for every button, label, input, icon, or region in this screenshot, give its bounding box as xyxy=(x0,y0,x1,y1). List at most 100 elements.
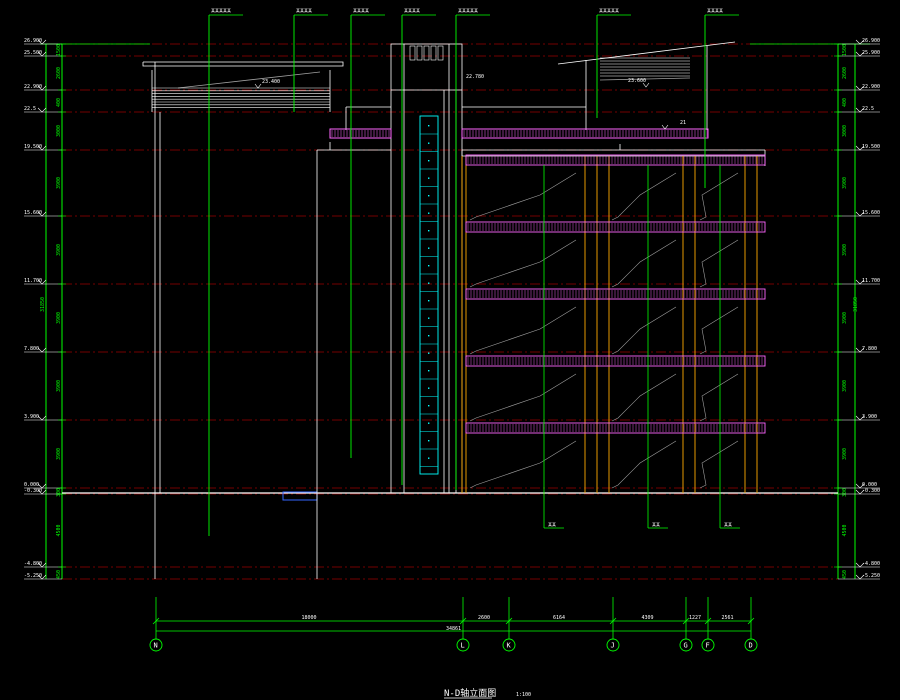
tower-top-panels xyxy=(409,45,444,61)
right-elevation-label: -0.300 xyxy=(862,488,880,494)
left-dimension-label: 1500 xyxy=(56,44,62,56)
elevation-marker xyxy=(37,347,47,353)
window-dot xyxy=(428,282,430,284)
window-dot xyxy=(428,300,430,302)
axis-bubble-label: L xyxy=(461,642,465,650)
right-dimension-label: 1500 xyxy=(842,44,848,56)
window-dot xyxy=(428,405,430,407)
right-dimension-label: 3900 xyxy=(842,448,848,460)
axis-bubble-label: K xyxy=(507,642,512,650)
window-dot xyxy=(428,195,430,197)
axis-dimension-labels: 18000 2600 6164 4309 1227 2561 xyxy=(302,615,734,621)
stair-slope xyxy=(469,306,577,355)
stair-slope xyxy=(611,373,677,422)
right-elevation-label: 7.800 xyxy=(862,346,877,352)
left-dimension-label: 3000 xyxy=(56,125,62,137)
window-dot xyxy=(428,230,430,232)
right-elevation-label: 22.5 xyxy=(862,106,874,112)
window-dot xyxy=(428,387,430,389)
roof-louvers xyxy=(152,87,330,108)
stair-slope xyxy=(699,440,739,489)
right-dimension-label: 400 xyxy=(842,98,848,107)
right-elevation-label: 11.700 xyxy=(862,278,880,284)
right-elevation-label: 26.900 xyxy=(862,38,880,44)
axis-dimension-label: 6164 xyxy=(553,615,565,621)
callout-label: 某某某某 xyxy=(707,7,723,13)
right-dimension-label: 3000 xyxy=(842,125,848,137)
left-total-dimension: 31850 xyxy=(40,297,46,312)
roof-band-hatch xyxy=(331,130,708,137)
floor-lines xyxy=(62,43,838,580)
window-dot xyxy=(428,160,430,162)
stair-slope xyxy=(469,440,577,489)
window-dot xyxy=(428,125,430,127)
drawing-scale: 1:100 xyxy=(516,692,531,698)
right-elevation-label: 25.900 xyxy=(862,50,880,56)
axis-total-dimension: 34861 xyxy=(446,626,461,632)
right-dimension-label: 3900 xyxy=(842,312,848,324)
left-dimension-label: 400 xyxy=(56,98,62,107)
window-dot xyxy=(428,335,430,337)
axis-dimension-label: 2600 xyxy=(478,615,490,621)
callout-label: 某某 xyxy=(652,521,660,527)
window-dot xyxy=(428,457,430,459)
left-elevation-label: 7.800 xyxy=(24,346,39,352)
upper-louvers xyxy=(600,57,690,77)
elevation-marker xyxy=(37,415,47,421)
right-dimension-label: 3900 xyxy=(842,244,848,256)
callout-label: 某某某某某 xyxy=(458,7,478,13)
axis-bubble-label: N xyxy=(154,642,158,650)
right-elevation-label: -5.250 xyxy=(862,573,880,579)
stair-slope xyxy=(699,373,739,422)
window-dot xyxy=(428,352,430,354)
stair-slope xyxy=(699,239,739,288)
left-elevation-label: 3.900 xyxy=(24,414,39,420)
axis-bubble-label: J xyxy=(611,642,615,650)
top-panel xyxy=(437,45,444,61)
stair-slope xyxy=(469,373,577,422)
top-panel xyxy=(423,45,430,61)
right-dimension-labels: 1500 2600 400 3000 3900 3900 3900 3900 3900 300 45… xyxy=(834,43,848,579)
elev-mark-1: 23.400 xyxy=(262,79,280,85)
stair-slope xyxy=(611,239,677,288)
window-dot xyxy=(428,265,430,267)
right-dimension-label: 4500 xyxy=(842,524,848,536)
bottom-callout-leaders: 某某 某某 某某 xyxy=(543,165,740,529)
window-dot xyxy=(428,212,430,214)
callout-label: 某某某某 xyxy=(296,7,312,13)
left-dimension-label: 3900 xyxy=(56,177,62,189)
stair-slope-lines xyxy=(469,172,739,489)
right-dimension-label: 300 xyxy=(842,488,848,497)
top-panel xyxy=(409,45,416,61)
window-dot xyxy=(428,317,430,319)
left-dimension-label: 3900 xyxy=(56,244,62,256)
callout-label: 某某某某某 xyxy=(211,7,231,13)
axis-bubbles: NLKJGFD xyxy=(149,638,758,652)
axis-dimension-label: 18000 xyxy=(302,615,317,621)
roof-band xyxy=(329,128,709,139)
left-dimension-label: 2600 xyxy=(56,67,62,79)
left-dimension-label: 300 xyxy=(56,488,62,497)
callout-label: 某某某某某 xyxy=(599,7,619,13)
axis-ticks xyxy=(152,597,755,639)
axis-dimension-label: 4309 xyxy=(642,615,654,621)
elev-mark-3: 22.780 xyxy=(466,74,484,80)
right-elevation-label: -4.800 xyxy=(862,561,880,567)
right-total-dimension: 31850 xyxy=(853,297,859,312)
stair-slope xyxy=(611,440,677,489)
left-ruler xyxy=(40,43,150,579)
left-elevation-label: 22.5 xyxy=(24,106,36,112)
right-dimension-label: 3900 xyxy=(842,380,848,392)
stair-slope xyxy=(611,172,677,221)
left-dimension-label: 450 xyxy=(56,570,62,579)
window-dot xyxy=(428,177,430,179)
elevation-drawing: 26.90025.50022.90022.519.50015.60011.700… xyxy=(24,7,880,699)
drawing-title: N-D轴立面图 xyxy=(444,687,496,699)
stair-slope xyxy=(611,306,677,355)
window-dot xyxy=(428,247,430,249)
window-dot xyxy=(428,440,430,442)
right-elevation-label: 19.500 xyxy=(862,144,880,150)
window-dot xyxy=(428,142,430,144)
right-elevation-label: 22.900 xyxy=(862,84,880,90)
top-callout-leaders: 某某某某某 某某某某 某某某某 某某某某 某某某某某 某某某某某 某某某某 xyxy=(208,7,739,536)
